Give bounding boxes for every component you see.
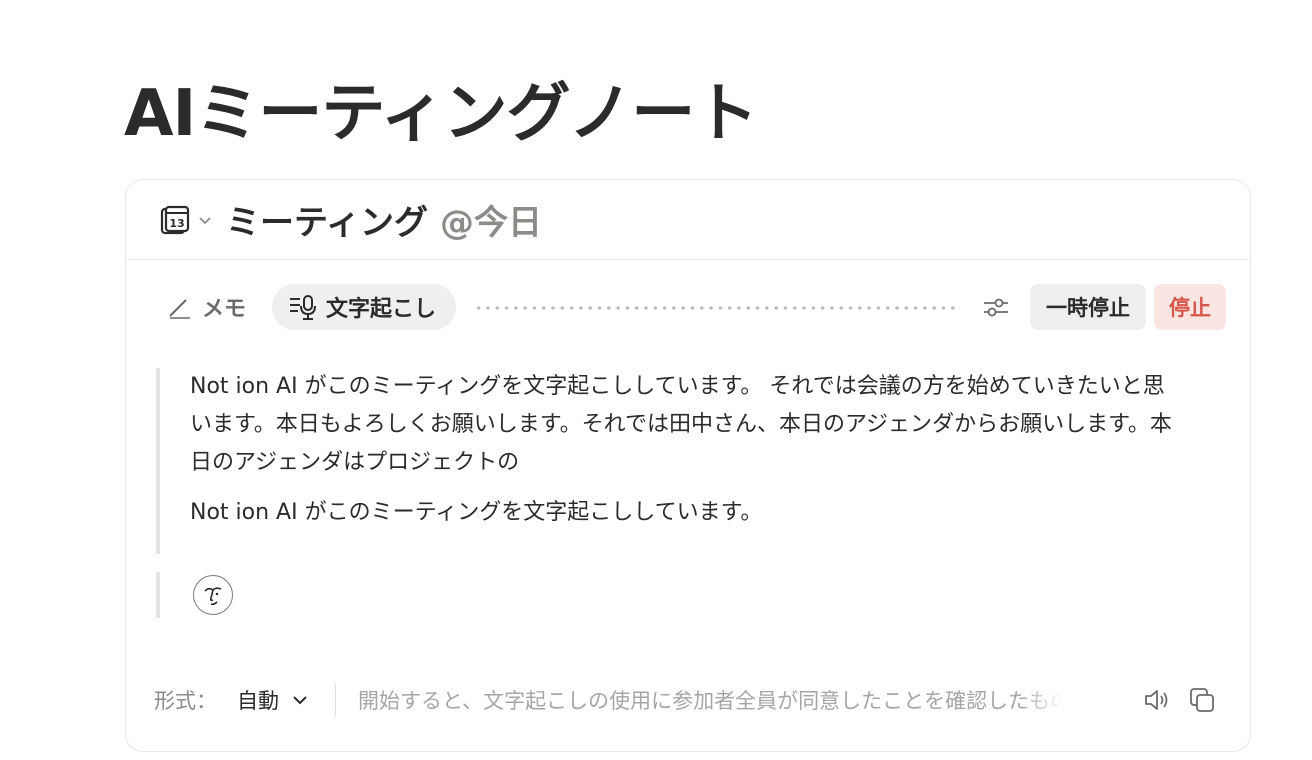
copy-icon[interactable]: [1186, 684, 1218, 716]
stop-button[interactable]: 停止: [1154, 284, 1226, 330]
speaker-icon[interactable]: [1142, 684, 1174, 716]
meeting-date[interactable]: @今日: [440, 195, 542, 244]
transcript-block: Not ion AI がこのミーティングを文字起こししています。 それでは会議の…: [156, 368, 1186, 554]
meeting-title[interactable]: ミーティング: [226, 195, 428, 244]
consent-notice: 開始すると、文字起こしの使用に参加者全員が同意したことを確認したものとみなされま…: [358, 689, 1064, 713]
transcript-footer: 形式： 自動 開始すると、文字起こしの使用に参加者全員が同意したことを確認したも…: [154, 680, 1222, 720]
notion-ai-face-icon: [193, 575, 233, 615]
transcript-paragraph: Not ion AI がこのミーティングを文字起こししています。 それでは会議の…: [190, 374, 1172, 475]
format-select[interactable]: 自動: [237, 685, 309, 715]
calendar-day: 13: [169, 217, 184, 230]
tab-transcribe[interactable]: 文字起こし: [272, 284, 456, 330]
notes-toolbar: メモ 文字起こし 一時停止 停止: [126, 284, 1250, 330]
meeting-header: 13 ミーティング @今日: [126, 180, 1250, 260]
tab-memo-label: メモ: [202, 297, 247, 322]
ai-status-row: [156, 572, 356, 618]
tab-transcribe-label: 文字起こし: [326, 297, 437, 322]
page-title: AIミーティングノート: [124, 77, 758, 151]
transcribe-mic-icon: [290, 295, 316, 320]
format-value: 自動: [237, 689, 279, 713]
footer-divider: [335, 683, 336, 717]
audio-level-dots: [474, 306, 956, 310]
meeting-card: 13 ミーティング @今日 メモ 文字起こし 一時停止 停止 Not ion A…: [125, 179, 1251, 752]
chevron-down-icon[interactable]: [196, 211, 214, 229]
transcript-paragraph: Not ion AI がこのミーティングを文字起こししています。: [190, 500, 763, 525]
pencil-icon: [169, 299, 190, 319]
settings-sliders-icon[interactable]: [978, 290, 1014, 324]
pause-button[interactable]: 一時停止: [1030, 284, 1146, 330]
tab-memo[interactable]: メモ: [166, 288, 246, 326]
format-label: 形式：: [154, 689, 217, 713]
chevron-down-icon: [293, 696, 307, 705]
calendar-icon[interactable]: 13: [158, 203, 192, 237]
